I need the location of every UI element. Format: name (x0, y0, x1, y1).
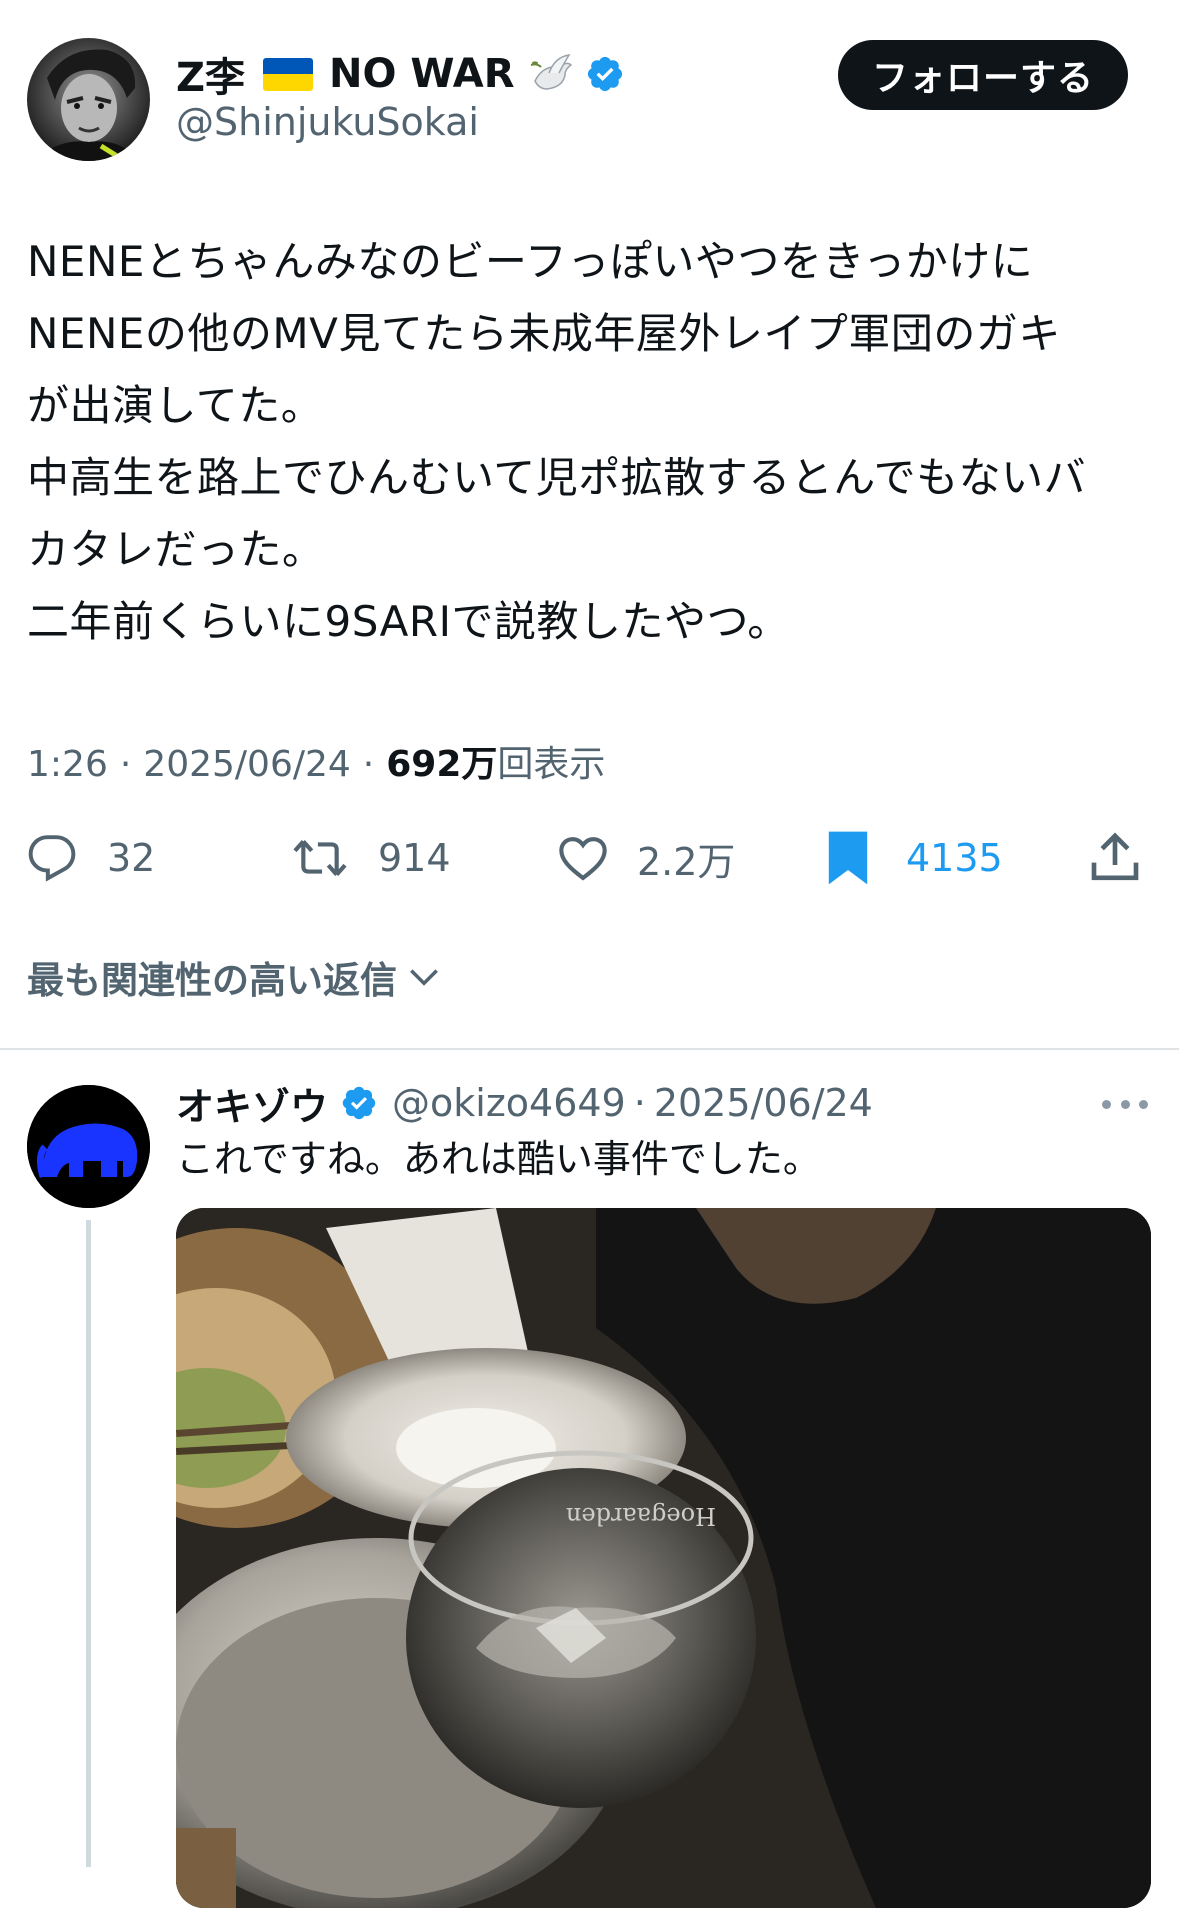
meta-separator: · (633, 1081, 646, 1125)
author-name: Z李 (176, 55, 246, 101)
reply-header: オキゾウ @okizo4649 · 2025/06/24 (176, 1076, 873, 1131)
heart-icon (559, 837, 607, 881)
ukraine-flag-icon (263, 57, 314, 91)
meta-separator: · (362, 744, 375, 785)
dove-icon (530, 54, 572, 90)
bookmark-count: 4135 (906, 836, 1003, 880)
reply-avatar[interactable] (27, 1085, 150, 1208)
view-count: 692万 (386, 744, 498, 785)
author-display-name[interactable]: Z李 NO WAR (176, 44, 625, 104)
bookmark-filled-icon (828, 831, 868, 885)
divider (0, 1048, 1179, 1050)
author-handle[interactable]: @ShinjukuSokai (176, 100, 479, 144)
glass-logo-text: Hoegaarden (566, 1502, 716, 1530)
view-count-suffix: 回表示 (497, 744, 606, 785)
thread-line (86, 1220, 91, 1867)
retweet-icon (293, 839, 347, 877)
reply-date[interactable]: 2025/06/24 (654, 1081, 873, 1125)
reply-author-handle[interactable]: @okizo4649 (392, 1081, 626, 1125)
like-button[interactable]: 2.2万 (555, 828, 735, 888)
retweet-button[interactable]: 914 (290, 828, 451, 888)
author-avatar-image (37, 49, 140, 161)
like-count: 2.2万 (637, 839, 736, 884)
verified-badge-icon (587, 56, 622, 92)
more-dots-icon[interactable] (1102, 1090, 1148, 1118)
chevron-down-icon (410, 969, 438, 986)
reply-count: 32 (107, 836, 156, 880)
share-icon (1091, 832, 1139, 881)
reply-button[interactable]: 32 (27, 828, 155, 888)
elephant-avatar-image (27, 1085, 150, 1208)
author-avatar[interactable] (27, 38, 150, 161)
reply-author-name[interactable]: オキゾウ (176, 1076, 328, 1131)
reply-bubble-icon (28, 835, 76, 882)
bookmark-button[interactable]: 4135 (824, 828, 1003, 888)
follow-button[interactable]: フォローする (838, 40, 1128, 110)
meta-separator: · (119, 744, 132, 785)
tweet-time[interactable]: 1:26 (27, 744, 108, 785)
author-name-suffix: NO WAR (329, 51, 515, 97)
tweet-text: NENEとちゃんみなのビーフっぽいやつをきっかけに NENEの他のMV見てたら未… (27, 237, 1087, 646)
reply-sort-label: 最も関連性の高い返信 (27, 959, 397, 1002)
reply-media[interactable]: Hoegaarden (176, 1208, 1151, 1908)
reply-media-image: Hoegaarden (176, 1208, 1151, 1908)
tweet-meta: 1:26 · 2025/06/24 · 692万 回表示 (27, 735, 605, 787)
reply-sort-selector[interactable]: 最も関連性の高い返信 (27, 950, 443, 1004)
reply-text: これですね。あれは酷い事件でした。 (176, 1137, 821, 1181)
tweet-date[interactable]: 2025/06/24 (143, 744, 351, 785)
retweet-count: 914 (378, 836, 451, 880)
verified-badge-icon (342, 1086, 376, 1120)
share-button[interactable] (1087, 828, 1143, 888)
